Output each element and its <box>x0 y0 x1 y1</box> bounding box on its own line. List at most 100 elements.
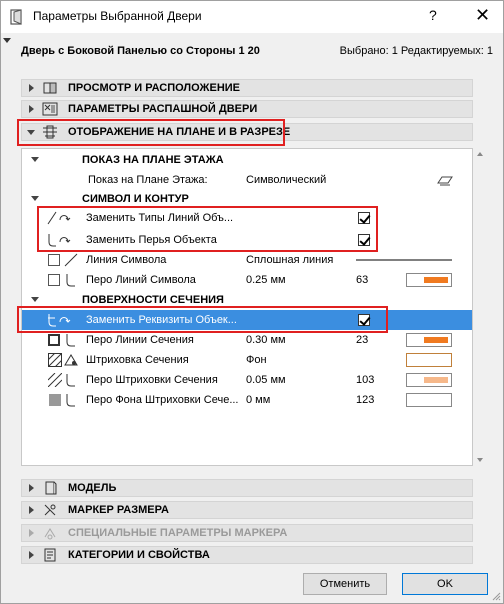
fill-icon <box>64 354 78 366</box>
row-value[interactable]: 0 мм <box>246 394 270 406</box>
fill-swatch[interactable] <box>406 353 452 367</box>
pen-icon <box>66 374 75 387</box>
pen-fill <box>424 337 448 343</box>
section-door-params[interactable]: ПАРАМЕТРЫ РАСПАШНОЙ ДВЕРИ <box>21 100 473 118</box>
row-value[interactable]: 0.05 мм <box>246 374 286 386</box>
door-app-icon <box>10 9 22 25</box>
override-pens-icon <box>48 234 71 247</box>
row-label: Штриховка Сечения <box>86 354 189 366</box>
row-cut-fill-bg-pen[interactable]: Перо Фона Штриховки Сече... 0 мм 123 <box>22 390 472 410</box>
categories-icon <box>44 548 56 562</box>
row-label: Перо Штриховки Сечения <box>86 374 218 386</box>
row-override-attributes[interactable]: Заменить Реквизиты Объек... <box>22 310 472 330</box>
pen-icon <box>66 334 75 347</box>
pen-number[interactable]: 103 <box>356 374 374 386</box>
collapse-arrow-icon <box>27 130 35 135</box>
object-name: Дверь с Боковой Панелью со Стороны 1 20 <box>21 45 260 57</box>
expand-arrow-icon <box>29 84 34 92</box>
bg-fill-icon <box>49 394 61 406</box>
section-model[interactable]: МОДЕЛЬ <box>21 479 473 497</box>
pen-fill <box>424 277 448 283</box>
section-categories[interactable]: КАТЕГОРИИ И СВОЙСТВА <box>21 546 473 564</box>
row-show-on-floor[interactable]: Показ на Плане Этажа: Символический <box>22 170 472 190</box>
dialog-window: Параметры Выбранной Двери ? ✕ Дверь с Бо… <box>0 0 504 604</box>
override-pens-checkbox[interactable] <box>358 234 370 246</box>
model-icon <box>45 481 57 495</box>
subheading-label: ПОВЕРХНОСТИ СЕЧЕНИЯ <box>82 294 224 306</box>
floor-plan-icon <box>43 125 57 139</box>
close-button[interactable]: ✕ <box>475 5 490 26</box>
resize-grip-icon[interactable] <box>491 591 501 601</box>
pen-icon <box>66 394 75 407</box>
row-value[interactable]: Фон <box>246 354 267 366</box>
subheading-symbol-contour[interactable]: СИМВОЛ И КОНТУР <box>22 189 472 209</box>
section-floor-plan[interactable]: ОТОБРАЖЕНИЕ НА ПЛАНЕ И В РАЗРЕЗЕ <box>21 123 473 141</box>
pen-number[interactable]: 63 <box>356 274 368 286</box>
row-symbol-line[interactable]: Линия Символа Сплошная линия <box>22 250 472 270</box>
collapse-arrow-icon[interactable] <box>3 38 11 43</box>
floor-plan-panel: ПОКАЗ НА ПЛАНЕ ЭТАЖА Показ на Плане Этаж… <box>21 148 473 466</box>
window-title: Параметры Выбранной Двери <box>33 9 202 23</box>
override-attributes-checkbox[interactable] <box>358 314 370 326</box>
collapse-arrow-icon <box>31 157 39 162</box>
expand-arrow-icon <box>29 484 34 492</box>
hatch-pen-icon <box>48 373 62 387</box>
floor-display-icon[interactable] <box>436 173 454 187</box>
help-button[interactable]: ? <box>429 7 437 23</box>
row-label: Перо Фона Штриховки Сече... <box>86 394 239 406</box>
panel-scrollbar[interactable] <box>475 148 485 466</box>
scrollbar-arrows-icon <box>477 152 483 462</box>
pen-color-swatch[interactable] <box>406 333 452 347</box>
collapse-arrow-icon <box>31 196 39 201</box>
cut-line-icon <box>48 334 60 346</box>
section-special-marker: СПЕЦИАЛЬНЫЕ ПАРАМЕТРЫ МАРКЕРА <box>21 524 473 542</box>
subheading-cut-surfaces[interactable]: ПОВЕРХНОСТИ СЕЧЕНИЯ <box>22 290 472 310</box>
subheading-label: ПОКАЗ НА ПЛАНЕ ЭТАЖА <box>82 154 224 166</box>
row-label: Перо Линии Сечения <box>86 334 194 346</box>
row-symbol-line-pen[interactable]: Перо Линий Символа 0.25 мм 63 <box>22 270 472 290</box>
section-label: ПРОСМОТР И РАСПОЛОЖЕНИЕ <box>68 82 241 94</box>
row-cut-fill-pen[interactable]: Перо Штриховки Сечения 0.05 мм 103 <box>22 370 472 390</box>
pen-number[interactable]: 123 <box>356 394 374 406</box>
symbol-line-checkbox-icon <box>48 254 60 266</box>
line-icon <box>64 253 78 267</box>
pen-checkbox-icon <box>48 274 60 286</box>
section-preview[interactable]: ПРОСМОТР И РАСПОЛОЖЕНИЕ <box>21 79 473 97</box>
cancel-button[interactable]: Отменить <box>303 573 387 595</box>
row-value[interactable]: Сплошная линия <box>246 254 333 266</box>
row-value[interactable]: 0.25 мм <box>246 274 286 286</box>
ok-button[interactable]: OK <box>402 573 488 595</box>
subheading-show-on-floor[interactable]: ПОКАЗ НА ПЛАНЕ ЭТАЖА <box>22 150 472 170</box>
row-override-pens[interactable]: Заменить Перья Объекта <box>22 230 472 250</box>
dimension-marker-icon <box>44 504 56 516</box>
row-label: Заменить Перья Объекта <box>86 234 217 246</box>
row-label: Линия Символа <box>86 254 167 266</box>
pen-color-swatch[interactable] <box>406 393 452 407</box>
row-label: Показ на Плане Этажа: <box>88 174 208 186</box>
special-marker-icon <box>44 528 56 540</box>
pen-color-swatch[interactable] <box>406 273 452 287</box>
pen-color-swatch[interactable] <box>406 373 452 387</box>
row-override-line-types[interactable]: Заменить Типы Линий Объ... <box>22 208 472 228</box>
door-params-icon <box>42 102 58 116</box>
section-label: МАРКЕР РАЗМЕРА <box>68 504 169 516</box>
expand-arrow-icon <box>29 529 34 537</box>
pen-number[interactable]: 23 <box>356 334 368 346</box>
row-value[interactable]: 0.30 мм <box>246 334 286 346</box>
section-label: ПАРАМЕТРЫ РАСПАШНОЙ ДВЕРИ <box>68 103 258 115</box>
collapse-arrow-icon <box>31 297 39 302</box>
solid-line-preview <box>356 259 452 261</box>
row-value[interactable]: Символический <box>246 174 326 186</box>
row-label: Заменить Типы Линий Объ... <box>86 212 234 224</box>
row-label: Заменить Реквизиты Объек... <box>86 314 237 326</box>
row-cut-line-pen[interactable]: Перо Линии Сечения 0.30 мм 23 <box>22 330 472 350</box>
pen-icon <box>66 274 75 287</box>
row-cut-fill[interactable]: Штриховка Сечения Фон <box>22 350 472 370</box>
section-dimension-marker[interactable]: МАРКЕР РАЗМЕРА <box>21 501 473 519</box>
section-label: МОДЕЛЬ <box>68 482 117 494</box>
section-label: СПЕЦИАЛЬНЫЕ ПАРАМЕТРЫ МАРКЕРА <box>68 527 288 539</box>
expand-arrow-icon <box>29 551 34 559</box>
override-line-types-icon <box>47 211 71 225</box>
override-line-types-checkbox[interactable] <box>358 212 370 224</box>
expand-arrow-icon <box>29 506 34 514</box>
